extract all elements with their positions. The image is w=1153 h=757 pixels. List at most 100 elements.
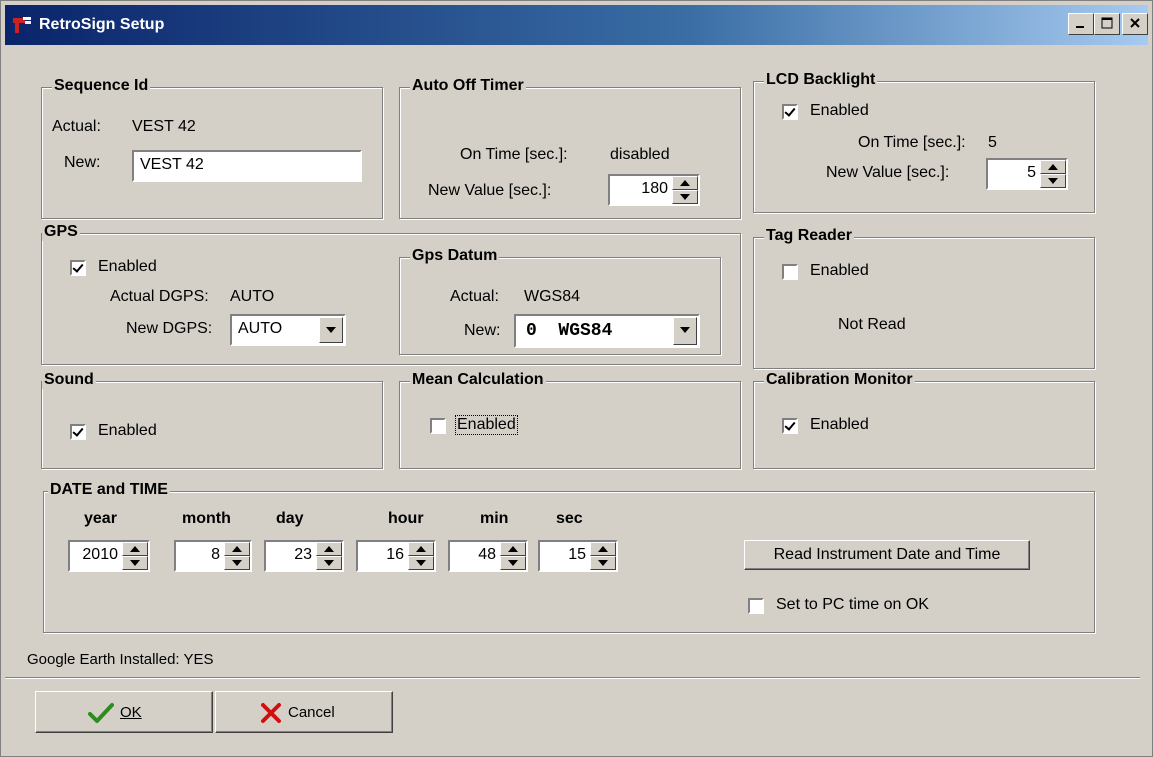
tag-enabled-checkbox[interactable] xyxy=(782,264,798,280)
gps-new-dgps-select[interactable]: AUTO xyxy=(230,314,346,346)
tag-enabled-label[interactable]: Enabled xyxy=(810,262,869,280)
spinner-arrows[interactable] xyxy=(408,542,434,570)
read-instrument-datetime-button[interactable]: Read Instrument Date and Time xyxy=(744,540,1030,570)
year-value: 2010 xyxy=(82,546,118,563)
mean-title: Mean Calculation xyxy=(410,371,546,389)
mean-enabled-label[interactable]: Enabled xyxy=(455,415,518,435)
sequence-new-input[interactable]: VEST 42 xyxy=(132,150,362,182)
datum-new-label: New: xyxy=(464,322,501,339)
auto-off-new-value-spinner[interactable]: 180 xyxy=(608,174,700,206)
gps-new-value: AUTO xyxy=(238,320,283,337)
down-arrow-icon[interactable] xyxy=(672,190,698,204)
datum-new-select[interactable]: 0 WGS84 xyxy=(514,314,700,348)
down-arrow-icon[interactable] xyxy=(590,556,616,570)
down-arrow-icon[interactable] xyxy=(1040,174,1066,188)
year-spinner[interactable]: 2010 xyxy=(68,540,150,572)
spinner-arrows[interactable] xyxy=(1040,160,1066,188)
cancel-button[interactable]: Cancel xyxy=(215,691,393,733)
ok-button[interactable]: OK xyxy=(35,691,213,733)
close-button[interactable] xyxy=(1122,13,1148,35)
close-icon xyxy=(1130,18,1140,28)
min-spinner[interactable]: 48 xyxy=(448,540,528,572)
down-arrow-icon[interactable] xyxy=(408,556,434,570)
up-arrow-icon[interactable] xyxy=(1040,160,1066,174)
min-value: 48 xyxy=(478,546,496,563)
auto-off-title: Auto Off Timer xyxy=(410,77,526,95)
mean-enabled-checkbox[interactable] xyxy=(430,418,446,434)
sequence-title: Sequence Id xyxy=(52,77,151,95)
calibration-group: Calibration Monitor Enabled xyxy=(753,371,1095,469)
up-arrow-icon[interactable] xyxy=(224,542,250,556)
gps-actual-value: AUTO xyxy=(230,288,275,305)
header-day: day xyxy=(276,510,304,527)
spinner-arrows[interactable] xyxy=(224,542,250,570)
lcd-title: LCD Backlight xyxy=(764,71,878,89)
header-month: month xyxy=(182,510,231,527)
lcd-new-value-label: New Value [sec.]: xyxy=(826,164,950,181)
spinner-arrows[interactable] xyxy=(316,542,342,570)
auto-off-on-time-label: On Time [sec.]: xyxy=(460,146,568,163)
sound-title: Sound xyxy=(42,371,96,389)
sound-group: Sound Enabled xyxy=(41,371,383,469)
lcd-enabled-checkbox[interactable] xyxy=(782,104,798,120)
up-arrow-icon[interactable] xyxy=(408,542,434,556)
gps-enabled-label[interactable]: Enabled xyxy=(98,258,157,276)
sequence-group: Sequence Id Actual: VEST 42 New: VEST 42 xyxy=(41,77,383,219)
gps-actual-label: Actual DGPS: xyxy=(110,288,209,305)
mean-group: Mean Calculation Enabled xyxy=(399,371,741,469)
sec-spinner[interactable]: 15 xyxy=(538,540,618,572)
minimize-icon xyxy=(1076,26,1084,28)
footer-divider xyxy=(5,677,1140,679)
lcd-new-value: 5 xyxy=(1027,164,1036,181)
up-arrow-icon[interactable] xyxy=(672,176,698,190)
spinner-arrows[interactable] xyxy=(590,542,616,570)
calibration-title: Calibration Monitor xyxy=(764,371,915,389)
up-arrow-icon[interactable] xyxy=(590,542,616,556)
lcd-enabled-label[interactable]: Enabled xyxy=(810,102,869,120)
datetime-group: DATE and TIME year month day hour min se… xyxy=(43,481,1095,633)
set-pc-time-label[interactable]: Set to PC time on OK xyxy=(776,596,929,614)
sound-enabled-checkbox[interactable] xyxy=(70,424,86,440)
down-arrow-icon[interactable] xyxy=(500,556,526,570)
down-arrow-icon[interactable] xyxy=(316,556,342,570)
gps-enabled-checkbox[interactable] xyxy=(70,260,86,276)
spinner-arrows[interactable] xyxy=(122,542,148,570)
month-spinner[interactable]: 8 xyxy=(174,540,252,572)
hour-spinner[interactable]: 16 xyxy=(356,540,436,572)
x-icon xyxy=(261,703,281,723)
calib-enabled-checkbox[interactable] xyxy=(782,418,798,434)
calib-enabled-label[interactable]: Enabled xyxy=(810,416,869,434)
window-title: RetroSign Setup xyxy=(39,16,165,33)
google-earth-status: Google Earth Installed: YES xyxy=(27,651,214,668)
minimize-button[interactable] xyxy=(1068,13,1094,35)
datum-group: Gps Datum Actual: WGS84 New: 0 WGS84 xyxy=(399,247,721,355)
header-year: year xyxy=(84,510,117,527)
chevron-down-icon[interactable] xyxy=(673,317,697,345)
down-arrow-icon[interactable] xyxy=(122,556,148,570)
dialog-body: Sequence Id Actual: VEST 42 New: VEST 42… xyxy=(5,47,1140,752)
day-value: 23 xyxy=(294,546,312,563)
sound-enabled-label[interactable]: Enabled xyxy=(98,422,157,440)
day-spinner[interactable]: 23 xyxy=(264,540,344,572)
chevron-down-icon[interactable] xyxy=(319,317,343,343)
set-pc-time-checkbox[interactable] xyxy=(748,598,764,614)
hour-value: 16 xyxy=(386,546,404,563)
maximize-button[interactable] xyxy=(1094,13,1120,35)
month-value: 8 xyxy=(211,546,220,563)
datum-actual-value: WGS84 xyxy=(524,288,581,305)
gps-new-label: New DGPS: xyxy=(126,320,213,337)
lcd-new-value-spinner[interactable]: 5 xyxy=(986,158,1068,190)
down-arrow-icon[interactable] xyxy=(224,556,250,570)
datum-new-value: 0 WGS84 xyxy=(526,321,613,341)
lcd-group: LCD Backlight Enabled On Time [sec.]: 5 … xyxy=(753,71,1095,213)
lcd-on-time-value: 5 xyxy=(988,134,997,151)
app-icon xyxy=(13,17,31,33)
up-arrow-icon[interactable] xyxy=(316,542,342,556)
tag-reader-group: Tag Reader Enabled Not Read xyxy=(753,227,1095,369)
spinner-arrows[interactable] xyxy=(672,176,698,204)
spinner-arrows[interactable] xyxy=(500,542,526,570)
up-arrow-icon[interactable] xyxy=(500,542,526,556)
sequence-actual-value: VEST 42 xyxy=(132,118,196,135)
title-bar[interactable]: RetroSign Setup xyxy=(5,5,1148,45)
up-arrow-icon[interactable] xyxy=(122,542,148,556)
